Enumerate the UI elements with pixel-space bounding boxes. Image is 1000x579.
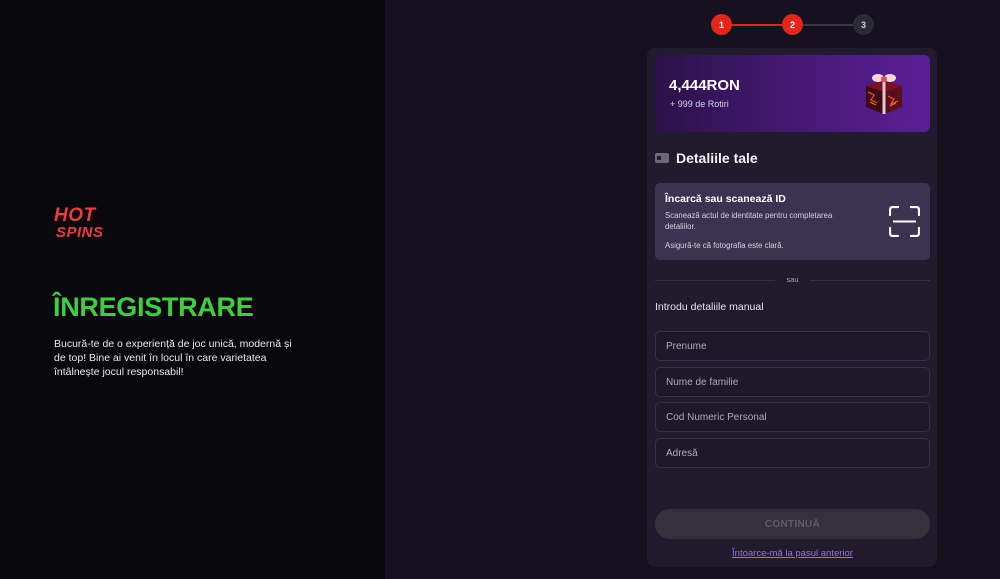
manual-entry-label: Introdu detaliile manual (655, 301, 764, 313)
last-name-input[interactable] (655, 367, 930, 397)
details-section-header: Detaliile tale (655, 149, 758, 167)
bonus-amount: 4,444RON (669, 77, 740, 94)
cnp-input[interactable] (655, 402, 930, 432)
bonus-spins: + 999 de Rotiri (670, 99, 729, 109)
scan-frame-icon[interactable] (889, 206, 920, 237)
registration-stepper: 1 2 3 (711, 14, 875, 36)
step-1: 1 (711, 14, 732, 35)
bonus-banner: 4,444RON + 999 de Rotiri (655, 55, 930, 132)
scan-id-note: Asigură-te că fotografia este clară. (665, 241, 784, 250)
or-divider: sau (655, 274, 930, 286)
step-2: 2 (782, 14, 803, 35)
continue-button[interactable]: CONTINUĂ (655, 509, 930, 539)
divider-text: sau (786, 275, 799, 284)
details-section-title: Detaliile tale (676, 150, 758, 166)
logo-text-hot: HOT (54, 205, 96, 226)
logo-text-spins: SPINS (56, 224, 104, 241)
back-to-previous-step-link[interactable]: Întoarce-mă la pasul anterior (655, 548, 930, 559)
registration-title: ÎNREGISTRARE (53, 292, 254, 322)
gift-box-icon (866, 74, 902, 114)
first-name-input[interactable] (655, 331, 930, 361)
scan-id-title: Încarcă sau scanează ID (665, 193, 786, 205)
left-panel: HOT SPINS ÎNREGISTRARE Bucură-te de o ex… (0, 0, 385, 579)
hot-spins-logo[interactable]: HOT SPINS (54, 205, 126, 241)
stepper-line-1-2 (732, 24, 782, 26)
scan-id-box[interactable]: Încarcă sau scanează ID Scanează actul d… (655, 183, 930, 260)
id-card-icon (655, 153, 669, 163)
step-3: 3 (853, 14, 874, 35)
stepper-line-2-3 (803, 24, 853, 26)
address-input[interactable] (655, 438, 930, 468)
registration-description: Bucură-te de o experiență de joc unică, … (54, 338, 292, 378)
scan-id-description: Scanează actul de identitate pentru comp… (665, 211, 833, 231)
